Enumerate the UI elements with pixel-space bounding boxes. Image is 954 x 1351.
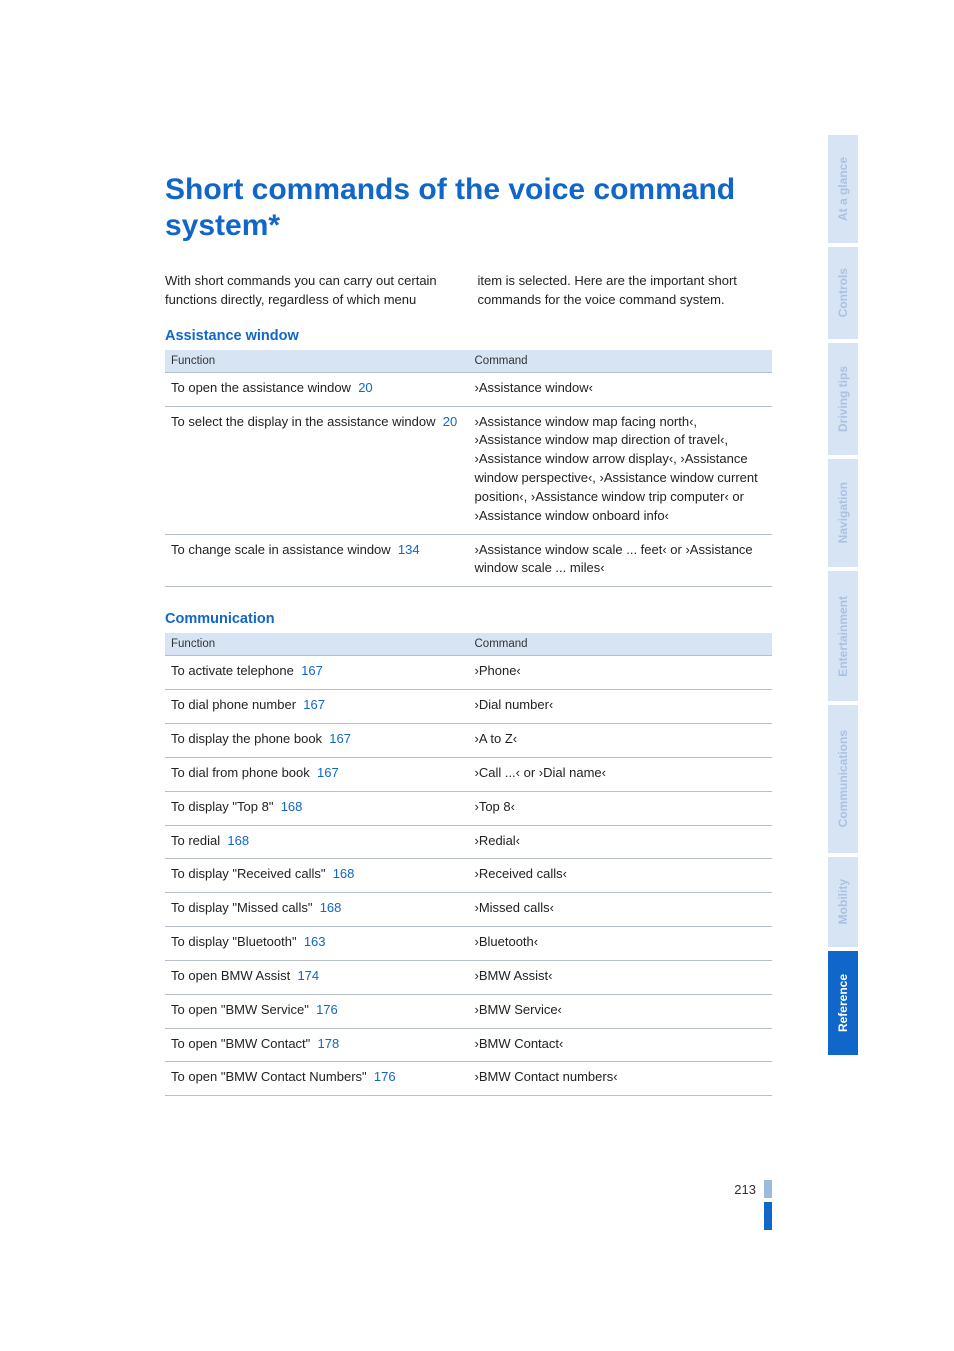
fn-text: To open "BMW Contact" <box>171 1036 310 1051</box>
page-ref[interactable]: 174 <box>297 968 319 983</box>
side-tab-label: Communications <box>836 730 850 827</box>
cmd-text: ›BMW Service‹ <box>469 994 773 1028</box>
page-number: 213 <box>734 1182 764 1197</box>
table-header: Function Command <box>165 633 772 656</box>
table-row: To change scale in assistance window 134… <box>165 534 772 587</box>
fn-text: To open "BMW Contact Numbers" <box>171 1069 367 1084</box>
page-ref[interactable]: 134 <box>398 542 420 557</box>
page-ref[interactable]: 168 <box>227 833 249 848</box>
fn-text: To display "Top 8" <box>171 799 273 814</box>
table-row: To select the display in the assistance … <box>165 406 772 534</box>
side-tab-label: At a glance <box>836 157 850 221</box>
page-ref[interactable]: 167 <box>317 765 339 780</box>
col-function: Function <box>165 633 469 656</box>
cmd-text: ›BMW Contact‹ <box>469 1028 773 1062</box>
page-ref[interactable]: 176 <box>374 1069 396 1084</box>
side-tab-driving-tips[interactable]: Driving tips <box>828 343 858 455</box>
page-marker-icon <box>764 1180 772 1198</box>
side-tab-label: Driving tips <box>836 366 850 432</box>
side-tab-controls[interactable]: Controls <box>828 247 858 339</box>
page-ref[interactable]: 176 <box>316 1002 338 1017</box>
cmd-text: ›A to Z‹ <box>469 723 773 757</box>
fn-text: To dial from phone book <box>171 765 310 780</box>
page-marker-icon <box>764 1202 772 1230</box>
page-ref[interactable]: 20 <box>443 414 457 429</box>
cmd-text: ›Redial‹ <box>469 825 773 859</box>
page-ref[interactable]: 168 <box>281 799 303 814</box>
fn-text: To display the phone book <box>171 731 322 746</box>
col-function: Function <box>165 350 469 373</box>
side-tab-label: Reference <box>836 974 850 1032</box>
fn-text: To open "BMW Service" <box>171 1002 309 1017</box>
page-ref[interactable]: 167 <box>303 697 325 712</box>
cmd-text: ›Top 8‹ <box>469 791 773 825</box>
side-tab-label: Mobility <box>836 879 850 924</box>
table-row: To open "BMW Service" 176 ›BMW Service‹ <box>165 994 772 1028</box>
page-ref[interactable]: 20 <box>358 380 372 395</box>
table-row: To display "Top 8" 168 ›Top 8‹ <box>165 791 772 825</box>
table-row: To open "BMW Contact" 178 ›BMW Contact‹ <box>165 1028 772 1062</box>
side-tab-reference[interactable]: Reference <box>828 951 858 1055</box>
cmd-text: ›Dial number‹ <box>469 690 773 724</box>
cmd-text: ›Received calls‹ <box>469 859 773 893</box>
col-command: Command <box>469 633 773 656</box>
table-assistance: Function Command To open the assistance … <box>165 350 772 588</box>
page-ref[interactable]: 178 <box>318 1036 340 1051</box>
table-row: To dial phone number 167 ›Dial number‹ <box>165 690 772 724</box>
side-tab-communications[interactable]: Communications <box>828 705 858 853</box>
cmd-text: ›BMW Contact numbers‹ <box>469 1062 773 1096</box>
table-row: To activate telephone 167 ›Phone‹ <box>165 656 772 690</box>
fn-text: To display "Bluetooth" <box>171 934 297 949</box>
side-tab-label: Navigation <box>836 482 850 543</box>
cmd-text: ›BMW Assist‹ <box>469 960 773 994</box>
page-ref[interactable]: 167 <box>329 731 351 746</box>
table-row: To display "Bluetooth" 163 ›Bluetooth‹ <box>165 927 772 961</box>
side-tab-label: Entertainment <box>836 596 850 677</box>
side-tabs: At a glance Controls Driving tips Navigatio… <box>828 135 858 1059</box>
col-command: Command <box>469 350 773 373</box>
intro-right: item is selected. Here are the important… <box>478 272 773 310</box>
table-row: To open the assistance window 20 ›Assist… <box>165 372 772 406</box>
table-row: To display "Missed calls" 168 ›Missed cal… <box>165 893 772 927</box>
side-tab-at-a-glance[interactable]: At a glance <box>828 135 858 243</box>
fn-text: To open BMW Assist <box>171 968 290 983</box>
table-row: To open BMW Assist 174 ›BMW Assist‹ <box>165 960 772 994</box>
fn-text: To display "Missed calls" <box>171 900 312 915</box>
section-heading-communication: Communication <box>165 611 772 627</box>
side-tab-label: Controls <box>836 268 850 317</box>
cmd-text: ›Phone‹ <box>469 656 773 690</box>
fn-text: To dial phone number <box>171 697 296 712</box>
table-row: To display the phone book 167 ›A to Z‹ <box>165 723 772 757</box>
cmd-text: ›Assistance window scale ... feet‹ or ›A… <box>469 534 773 587</box>
section-heading-assistance: Assistance window <box>165 328 772 344</box>
fn-text: To open the assistance window <box>171 380 351 395</box>
page-number-wrap: 213 <box>165 1180 772 1198</box>
page-ref[interactable]: 167 <box>301 663 323 678</box>
cmd-text: ›Assistance window‹ <box>469 372 773 406</box>
page-ref[interactable]: 163 <box>304 934 326 949</box>
fn-text: To change scale in assistance window <box>171 542 391 557</box>
cmd-text: ›Assistance window map facing north‹, ›A… <box>469 406 773 534</box>
page-title: Short commands of the voice command syst… <box>165 172 772 244</box>
fn-text: To select the display in the assistance … <box>171 414 435 429</box>
table-header: Function Command <box>165 350 772 373</box>
table-row: To dial from phone book 167 ›Call ...‹ or… <box>165 757 772 791</box>
page-ref[interactable]: 168 <box>320 900 342 915</box>
intro-left: With short commands you can carry out ce… <box>165 272 460 310</box>
cmd-text: ›Bluetooth‹ <box>469 927 773 961</box>
cmd-text: ›Missed calls‹ <box>469 893 773 927</box>
cmd-text: ›Call ...‹ or ›Dial name‹ <box>469 757 773 791</box>
table-row: To display "Received calls" 168 ›Received… <box>165 859 772 893</box>
side-tab-navigation[interactable]: Navigation <box>828 459 858 567</box>
table-row: To redial 168 ›Redial‹ <box>165 825 772 859</box>
table-communication: Function Command To activate telephone 1… <box>165 633 772 1096</box>
fn-text: To display "Received calls" <box>171 866 325 881</box>
table-row: To open "BMW Contact Numbers" 176 ›BMW Co… <box>165 1062 772 1096</box>
side-tab-entertainment[interactable]: Entertainment <box>828 571 858 701</box>
page-ref[interactable]: 168 <box>333 866 355 881</box>
intro-text: With short commands you can carry out ce… <box>165 272 772 310</box>
fn-text: To activate telephone <box>171 663 294 678</box>
fn-text: To redial <box>171 833 220 848</box>
side-tab-mobility[interactable]: Mobility <box>828 857 858 947</box>
